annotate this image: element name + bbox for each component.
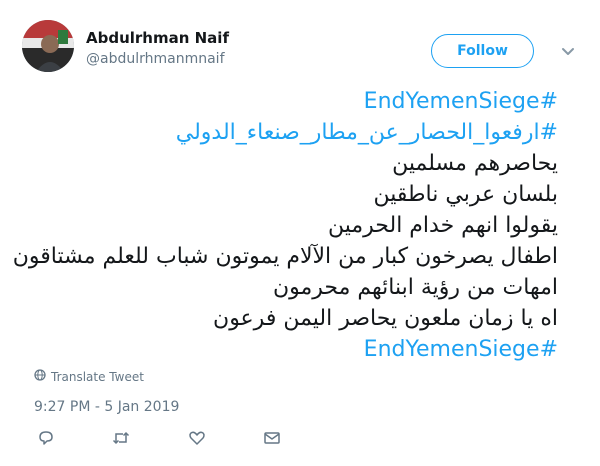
timestamp[interactable]: 9:27 PM - 5 Jan 2019 xyxy=(34,399,179,415)
tweet-line: بلسان عربي ناطقين xyxy=(373,182,558,207)
chevron-down-icon[interactable] xyxy=(561,44,575,58)
retweet-icon[interactable] xyxy=(111,428,131,448)
tweet-line: اه يا زمان ملعون يحاصر اليمن فرعون xyxy=(213,306,558,331)
reply-icon[interactable] xyxy=(36,428,56,448)
action-bar xyxy=(0,428,600,452)
tweet-card: Abdulrhman Naif @abdulrhmanmnaif Follow … xyxy=(0,0,600,466)
tweet-line: يقولوا انهم خدام الحرمين xyxy=(327,213,558,238)
translate-label: Translate Tweet xyxy=(51,369,144,384)
hashtag-link[interactable]: #ارفعوا_الحصار_عن_مطار_صنعاء_الدولي xyxy=(38,117,558,148)
translate-tweet-link[interactable]: Translate Tweet xyxy=(34,369,144,384)
tweet-line: امهات من رؤية ابنائهم محرمون xyxy=(272,275,558,300)
globe-icon xyxy=(34,369,46,384)
tweet-line: اطفال يصرخون كبار من الآلام يموتون شباب … xyxy=(12,244,558,269)
message-icon[interactable] xyxy=(262,428,282,448)
author-name[interactable]: Abdulrhman Naif xyxy=(86,29,229,47)
hashtag-link[interactable]: #EndYemenSiege xyxy=(38,86,558,117)
tweet-text: #EndYemenSiege #ارفعوا_الحصار_عن_مطار_صنع… xyxy=(12,86,558,365)
tweet-line: يحاصرهم مسلمين xyxy=(392,151,558,176)
like-icon[interactable] xyxy=(187,428,207,448)
avatar[interactable] xyxy=(22,20,74,72)
follow-button[interactable]: Follow xyxy=(431,34,534,68)
hashtag-link[interactable]: #EndYemenSiege xyxy=(38,334,558,365)
author-handle[interactable]: @abdulrhmanmnaif xyxy=(86,51,225,67)
